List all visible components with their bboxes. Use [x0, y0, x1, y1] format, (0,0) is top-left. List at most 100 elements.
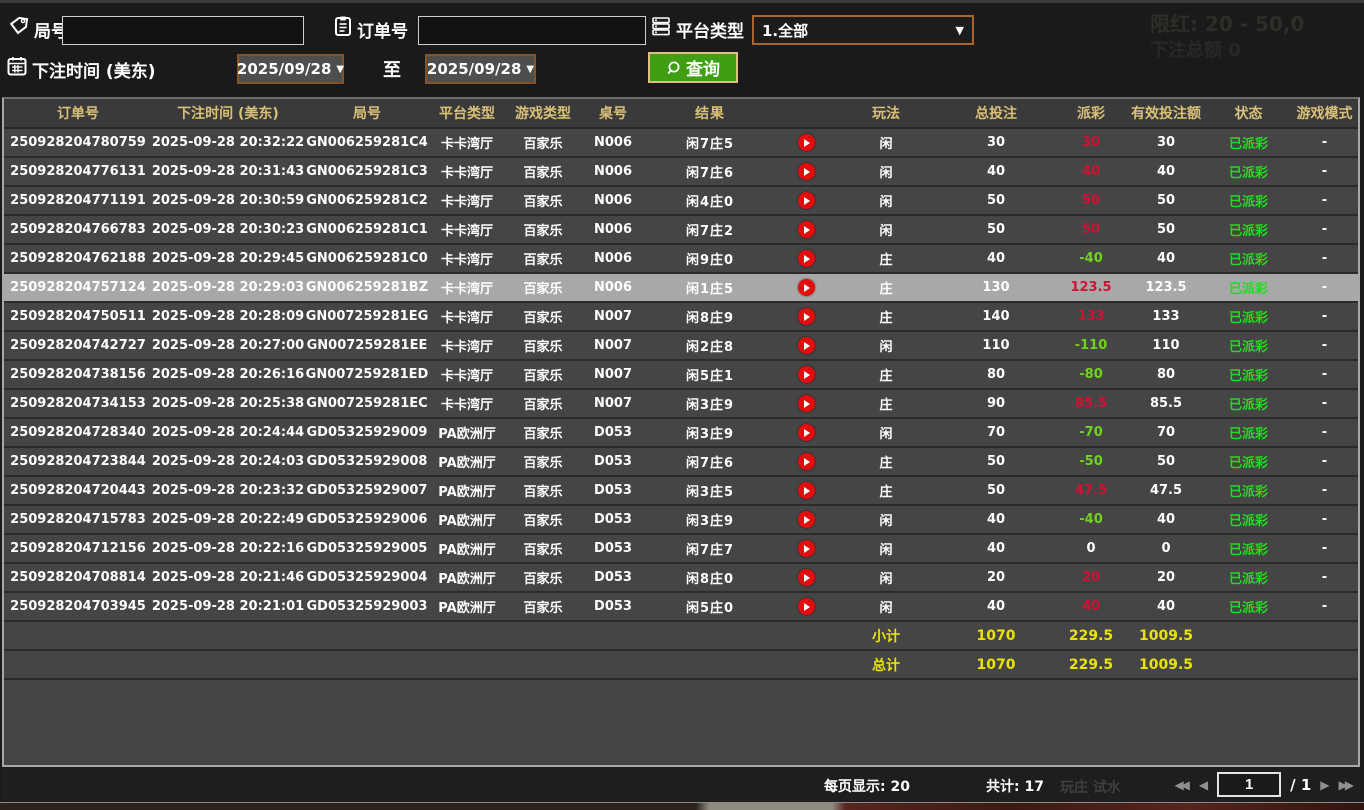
column-header: 总投注	[936, 99, 1056, 127]
cell-payout: 30	[1056, 129, 1126, 156]
play-icon[interactable]	[798, 192, 815, 209]
table-row[interactable]: 250928204780759 2025-09-28 20:32:22 GN00…	[4, 129, 1358, 158]
table-row[interactable]: 250928204723844 2025-09-28 20:24:03 GD05…	[4, 448, 1358, 477]
play-icon[interactable]	[798, 250, 815, 267]
cell-round-no: GN006259281C2	[304, 187, 430, 214]
order-no-input[interactable]	[418, 16, 646, 45]
play-icon[interactable]	[798, 163, 815, 180]
status-badge: 已派彩	[1206, 390, 1291, 417]
play-icon[interactable]	[798, 424, 815, 441]
cell-table-no: N006	[582, 129, 644, 156]
table-row[interactable]: 250928204776131 2025-09-28 20:31:43 GN00…	[4, 158, 1358, 187]
play-icon[interactable]	[798, 308, 815, 325]
cell-order-no: 250928204723844	[4, 448, 152, 475]
play-icon[interactable]	[798, 395, 815, 412]
cell-game-type: 百家乐	[504, 419, 582, 446]
status-badge: 已派彩	[1206, 129, 1291, 156]
cell-payout: -40	[1056, 245, 1126, 272]
cell-valid-bet: 0	[1126, 535, 1206, 562]
play-icon[interactable]	[798, 598, 815, 615]
cell-valid-bet: 40	[1126, 506, 1206, 533]
grand-total-label: 总计	[836, 651, 936, 678]
cell-round-no: GN006259281C3	[304, 158, 430, 185]
table-row[interactable]: 250928204703945 2025-09-28 20:21:01 GD05…	[4, 593, 1358, 622]
table-row[interactable]: 250928204734153 2025-09-28 20:25:38 GN00…	[4, 390, 1358, 419]
play-icon[interactable]	[798, 511, 815, 528]
prev-page-button[interactable]: ◀	[1199, 779, 1208, 791]
cell-round-no: GD05325929005	[304, 535, 430, 562]
table-row[interactable]: 250928204750511 2025-09-28 20:28:09 GN00…	[4, 303, 1358, 332]
cell-valid-bet: 47.5	[1126, 477, 1206, 504]
window-top-strip	[0, 0, 1364, 3]
table-row[interactable]: 250928204715783 2025-09-28 20:22:49 GD05…	[4, 506, 1358, 535]
page-number-input[interactable]	[1217, 772, 1281, 797]
next-page-button[interactable]: ▶	[1320, 779, 1329, 791]
search-button[interactable]: 查询	[648, 52, 738, 83]
cell-order-no: 250928204715783	[4, 506, 152, 533]
cell-result: 闲7庄6	[644, 448, 776, 475]
cell-valid-bet: 80	[1126, 361, 1206, 388]
platform-type-select[interactable]: 1.全部 ▼	[752, 15, 974, 45]
background-app-sliver	[0, 802, 1364, 810]
dimmed-total-text: 下注总额 0	[1150, 36, 1241, 62]
grand-total-payout: 229.5	[1056, 651, 1126, 678]
table-row[interactable]: 250928204708814 2025-09-28 20:21:46 GD05…	[4, 564, 1358, 593]
play-icon[interactable]	[798, 366, 815, 383]
cell-bet-side: 庄	[836, 274, 936, 301]
page-size-text: 每页显示: 20	[792, 776, 942, 796]
table-row[interactable]: 250928204766783 2025-09-28 20:30:23 GN00…	[4, 216, 1358, 245]
table-row[interactable]: 250928204762188 2025-09-28 20:29:45 GN00…	[4, 245, 1358, 274]
play-icon[interactable]	[798, 134, 815, 151]
last-page-button[interactable]: ▶▶	[1339, 779, 1354, 791]
play-icon[interactable]	[798, 569, 815, 586]
table-row[interactable]: 250928204771191 2025-09-28 20:30:59 GN00…	[4, 187, 1358, 216]
first-page-button[interactable]: ◀◀	[1174, 779, 1189, 791]
cell-bet-time: 2025-09-28 20:22:16	[152, 535, 304, 562]
order-no-label: 订单号	[357, 17, 408, 42]
cell-table-no: N007	[582, 303, 644, 330]
date-from-select[interactable]: 2025/09/28 ▼	[237, 54, 344, 84]
cell-bet-side: 庄	[836, 477, 936, 504]
table-body: 250928204780759 2025-09-28 20:32:22 GN00…	[4, 129, 1358, 622]
play-icon[interactable]	[798, 337, 815, 354]
cell-table-no: D053	[582, 564, 644, 591]
table-row[interactable]: 250928204720443 2025-09-28 20:23:32 GD05…	[4, 477, 1358, 506]
play-icon[interactable]	[798, 482, 815, 499]
cell-bet-time: 2025-09-28 20:32:22	[152, 129, 304, 156]
cell-game-mode: -	[1291, 506, 1358, 533]
status-badge: 已派彩	[1206, 419, 1291, 446]
cell-total-bet: 30	[936, 129, 1056, 156]
date-to-select[interactable]: 2025/09/28 ▼	[425, 54, 536, 84]
table-row[interactable]: 250928204742727 2025-09-28 20:27:00 GN00…	[4, 332, 1358, 361]
table-row[interactable]: 250928204757124 2025-09-28 20:29:03 GN00…	[4, 274, 1358, 303]
cell-platform: 卡卡湾厅	[430, 303, 504, 330]
round-no-input[interactable]	[62, 16, 304, 45]
status-badge: 已派彩	[1206, 564, 1291, 591]
table-row[interactable]: 250928204712156 2025-09-28 20:22:16 GD05…	[4, 535, 1358, 564]
cell-result: 闲7庄2	[644, 216, 776, 243]
status-badge: 已派彩	[1206, 332, 1291, 359]
cell-payout: -110	[1056, 332, 1126, 359]
cell-order-no: 250928204734153	[4, 390, 152, 417]
table-row[interactable]: 250928204728340 2025-09-28 20:24:44 GD05…	[4, 419, 1358, 448]
cell-result: 闲5庄0	[644, 593, 776, 620]
play-icon[interactable]	[798, 540, 815, 557]
play-icon[interactable]	[798, 221, 815, 238]
grand-total-valid-bet: 1009.5	[1126, 651, 1206, 678]
cell-platform: PA欧洲厅	[430, 448, 504, 475]
cell-platform: PA欧洲厅	[430, 535, 504, 562]
cell-result: 闲7庄7	[644, 535, 776, 562]
cell-valid-bet: 40	[1126, 593, 1206, 620]
status-badge: 已派彩	[1206, 158, 1291, 185]
subtotal-total-bet: 1070	[936, 622, 1056, 649]
play-icon[interactable]	[798, 453, 815, 470]
cell-total-bet: 40	[936, 535, 1056, 562]
table-row[interactable]: 250928204738156 2025-09-28 20:26:16 GN00…	[4, 361, 1358, 390]
column-header: 游戏模式	[1291, 99, 1358, 127]
cell-platform: 卡卡湾厅	[430, 187, 504, 214]
grand-total-row: 总计 1070 229.5 1009.5	[4, 651, 1358, 680]
play-icon[interactable]	[798, 279, 815, 296]
cell-payout: 0	[1056, 535, 1126, 562]
cell-order-no: 250928204757124	[4, 274, 152, 301]
platform-type-label: 平台类型	[676, 17, 744, 42]
